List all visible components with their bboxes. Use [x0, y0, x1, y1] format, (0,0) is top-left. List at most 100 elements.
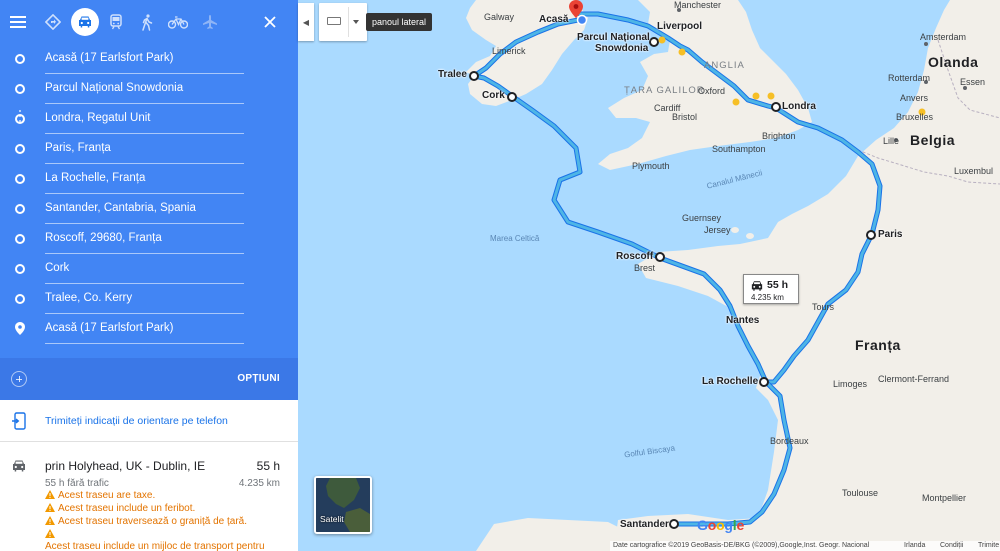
poi-marker [732, 98, 740, 106]
divider [348, 7, 349, 37]
keyboard-icon [327, 17, 341, 25]
map-label: Galway [484, 12, 515, 22]
map-label: Brest [634, 263, 656, 273]
send-feedback-link[interactable]: Trimite [978, 542, 999, 549]
stop-item[interactable]: La Rochelle, Franța [0, 164, 298, 194]
stop-marker [669, 519, 679, 529]
waypoint-dot-icon [15, 84, 25, 94]
route-box-distance: 4.235 km [751, 293, 784, 302]
stop-marker [771, 102, 781, 112]
waypoint-dot-icon [15, 294, 25, 304]
walk-icon[interactable] [133, 8, 161, 36]
map-label: Amsterdam [920, 32, 967, 42]
stop-item[interactable]: Londra, Regatul Unit [0, 104, 298, 134]
options-bar: OPȚIUNI [0, 358, 298, 400]
stop-label[interactable]: Tralee, Co. Kerry [45, 292, 244, 314]
map-label: Rotterdam [888, 73, 931, 83]
city-dot [924, 42, 928, 46]
send-to-phone-link[interactable]: Trimiteți indicații de orientare pe tele… [45, 415, 228, 427]
stop-marker [866, 230, 876, 240]
close-icon[interactable] [256, 8, 284, 36]
collapse-panel-button[interactable]: ◀ [298, 3, 314, 41]
map-label: Limerick [492, 46, 526, 56]
map-label: Bruxelles [896, 112, 934, 122]
route-box-duration: 55 h [767, 279, 789, 291]
stop-label[interactable]: Londra, Regatul Unit [45, 112, 244, 134]
stop-label[interactable]: Roscoff, 29680, Franța [45, 232, 244, 254]
stop-item[interactable]: Parcul Național Snowdonia [0, 74, 298, 104]
map-label: Santander [620, 519, 669, 530]
directions-icon[interactable] [39, 8, 67, 36]
stop-item[interactable]: Santander, Cantabria, Spania [0, 194, 298, 224]
terms-link[interactable]: Condiții [940, 542, 963, 549]
poi-marker [752, 92, 760, 100]
add-destination-icon[interactable] [11, 371, 27, 387]
waypoint-dot-icon [15, 54, 25, 64]
map-label: Nantes [726, 315, 760, 326]
google-logo: Google [697, 517, 745, 533]
map-label: Tralee [438, 69, 467, 80]
map-label: Franța [855, 337, 901, 353]
stop-item[interactable]: Acasă (17 Earlsfort Park) [0, 314, 298, 344]
guernsey-land [731, 227, 739, 233]
stop-label[interactable]: Cork [45, 262, 244, 284]
poi-marker [678, 48, 686, 56]
waypoint-dot-icon [15, 234, 25, 244]
waypoint-dot-icon [15, 264, 25, 274]
map-label: Snowdonia [595, 43, 649, 54]
route-summary-box[interactable]: 55 h 4.235 km [743, 274, 799, 304]
map-label: Belgia [910, 132, 956, 148]
directions-panel: Acasă (17 Earlsfort Park) Parcul Naționa… [0, 0, 298, 551]
map-label: Southampton [712, 144, 766, 154]
stop-label[interactable]: Santander, Cantabria, Spania [45, 202, 244, 224]
menu-icon[interactable] [4, 8, 32, 36]
directions-header: Acasă (17 Earlsfort Park) Parcul Naționa… [0, 0, 298, 400]
waypoint-dot-icon [15, 204, 25, 214]
map-label: Liverpool [657, 21, 703, 32]
stop-item[interactable]: Cork [0, 254, 298, 284]
chevron-down-icon[interactable] [353, 20, 359, 24]
jersey-land [746, 233, 754, 239]
route-distance: 4.235 km [238, 478, 280, 489]
warning-transport: Acest traseu include un mijloc de transp… [45, 541, 265, 551]
warning-icon [45, 516, 55, 525]
stop-label[interactable]: La Rochelle, Franța [45, 172, 244, 194]
map-label: Guernsey [682, 213, 722, 223]
map-label: Tours [812, 302, 835, 312]
map-label: Acasă [539, 14, 569, 25]
plane-icon[interactable] [196, 8, 224, 36]
poi-marker [767, 92, 775, 100]
stop-item[interactable]: Paris, Franța [0, 134, 298, 164]
send-to-phone-row[interactable]: Trimiteți indicații de orientare pe tele… [0, 400, 298, 442]
map-label: Lille [883, 136, 900, 146]
stop-item[interactable]: Roscoff, 29680, Franța [0, 224, 298, 254]
train-icon[interactable] [102, 8, 130, 36]
options-button[interactable]: OPȚIUNI [237, 373, 280, 384]
stop-label[interactable]: Acasă (17 Earlsfort Park) [45, 322, 244, 344]
satellite-label: Satelit [320, 514, 344, 524]
stop-marker [655, 252, 665, 262]
warning-icon [45, 503, 55, 512]
satellite-toggle[interactable]: Satelit [314, 476, 372, 534]
chevron-left-icon: ◀ [302, 17, 310, 27]
map-label: Paris [878, 229, 903, 240]
stop-item[interactable]: Tralee, Co. Kerry [0, 284, 298, 314]
route-duration: 55 h [256, 459, 280, 473]
stop-item[interactable]: Acasă (17 Earlsfort Park) [0, 44, 298, 74]
bike-icon[interactable] [164, 8, 192, 36]
stop-label[interactable]: Paris, Franța [45, 142, 244, 164]
map-label: Brighton [762, 131, 796, 141]
car-mode-button[interactable] [71, 8, 99, 36]
tooltip: panoul lateral [366, 13, 433, 31]
route-option[interactable]: prin Holyhead, UK - Dublin, IE 55 h 55 h… [0, 443, 298, 551]
send-to-phone-icon [12, 412, 26, 433]
destination-pin-icon [15, 322, 25, 338]
map-canvas[interactable]: Manchester Galway Limerick Acasă Parcul … [298, 0, 1000, 551]
region-link[interactable]: Irlanda [904, 542, 925, 549]
map-label: ANGLIA [704, 60, 745, 71]
stop-label[interactable]: Acasă (17 Earlsfort Park) [45, 52, 244, 74]
spain-land [476, 518, 628, 551]
stop-label[interactable]: Parcul Național Snowdonia [45, 82, 244, 104]
warning-icon [45, 490, 55, 499]
input-tools-button[interactable] [319, 3, 367, 41]
